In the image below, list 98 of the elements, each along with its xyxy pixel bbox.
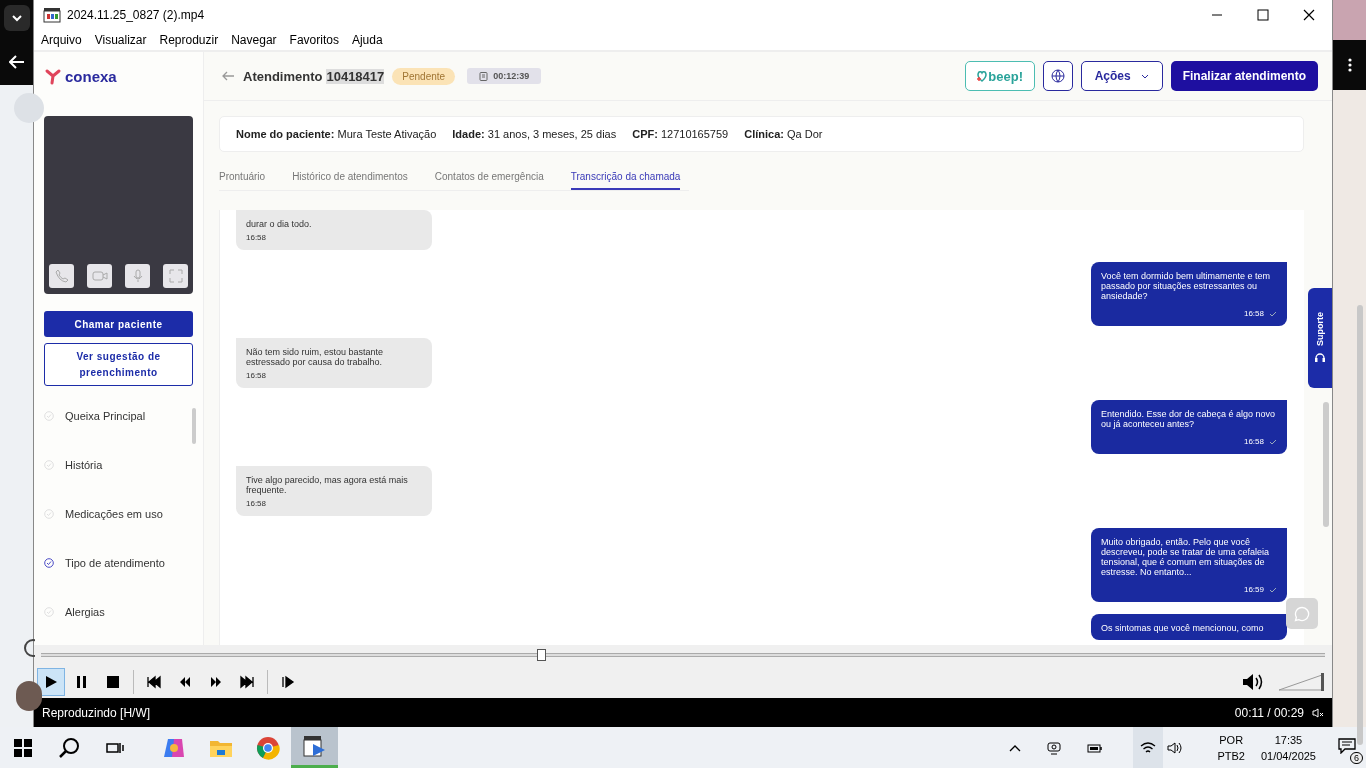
playback-time: 00:11 / 00:29 bbox=[1234, 705, 1304, 720]
check-icon bbox=[1269, 311, 1277, 317]
camera-icon bbox=[91, 270, 108, 282]
windows-icon[interactable] bbox=[14, 738, 32, 757]
chevron-down-icon bbox=[1140, 73, 1149, 79]
heart-icon bbox=[976, 70, 989, 82]
chevron-up-icon[interactable] bbox=[1009, 743, 1022, 752]
volume-thumb[interactable] bbox=[1321, 672, 1324, 691]
search-icon[interactable] bbox=[58, 736, 80, 759]
play-button[interactable] bbox=[37, 667, 65, 696]
dropdown-button[interactable] bbox=[3, 5, 30, 31]
step-icon bbox=[280, 674, 296, 689]
menu-item[interactable]: Favoritos bbox=[289, 33, 339, 47]
message-time: 16:59 bbox=[1243, 585, 1264, 595]
scrollbar[interactable] bbox=[1357, 305, 1363, 745]
film-icon bbox=[43, 7, 61, 23]
avatar[interactable] bbox=[16, 681, 42, 711]
player-taskbar-button[interactable] bbox=[291, 727, 338, 768]
more-icon[interactable] bbox=[1347, 58, 1352, 72]
scrollbar[interactable] bbox=[1323, 402, 1329, 527]
patient-field: Nome do paciente: Mura Teste Ativação bbox=[236, 128, 437, 140]
patient-field: CPF: 12710165759 bbox=[632, 128, 729, 140]
support-tab[interactable]: Suporte bbox=[1308, 288, 1332, 388]
chat-bubble-icon bbox=[1294, 605, 1310, 622]
globe-icon bbox=[1049, 68, 1066, 84]
volume-slider[interactable] bbox=[1278, 672, 1324, 691]
volume-track bbox=[1278, 672, 1324, 691]
wifi-icon[interactable] bbox=[1140, 740, 1157, 755]
call-patient-button[interactable]: Chamar paciente bbox=[44, 311, 193, 337]
timer-badge: 00:12:39 bbox=[467, 68, 542, 84]
globe-button[interactable] bbox=[1042, 61, 1073, 91]
message-text: durar o dia todo. bbox=[246, 219, 313, 229]
message-time: 16:58 bbox=[246, 233, 267, 243]
check-icon bbox=[1269, 587, 1277, 593]
tab[interactable]: Prontuário bbox=[219, 166, 266, 190]
check-icon bbox=[1269, 439, 1277, 445]
chrome-icon bbox=[255, 735, 280, 760]
menu-item[interactable]: Visualizar bbox=[94, 33, 147, 47]
chevron-down-icon bbox=[10, 12, 23, 24]
notification-icon[interactable] bbox=[1338, 737, 1356, 754]
page-title: Atendimento bbox=[243, 68, 323, 84]
keyboard-layout-label[interactable]: PTB2 bbox=[1217, 747, 1245, 764]
message-text: Não tem sido ruim, estou bastante estressado por causa do trabalho. bbox=[246, 347, 385, 367]
message-time: 16:58 bbox=[1243, 437, 1264, 447]
copilot-icon bbox=[161, 736, 186, 759]
message-text: Você tem dormido bem ultimamente e tem passado por situações estressantes ou ansiedade? bbox=[1101, 271, 1272, 301]
forward-icon bbox=[208, 674, 224, 689]
suggestion-button[interactable]: Ver sugestão de preenchimento bbox=[44, 343, 193, 386]
window-title: 2024.11.25_0827 (2).mp4 bbox=[67, 8, 205, 22]
tab[interactable]: Histórico de atendimentos bbox=[292, 166, 408, 190]
section-item[interactable]: Tipo de atendimento bbox=[65, 557, 165, 569]
menu-item[interactable]: Reproduzir bbox=[159, 33, 219, 47]
playback-status: Reproduzindo [H/W] bbox=[42, 705, 151, 720]
mute-icon[interactable] bbox=[1312, 707, 1324, 718]
seek-thumb[interactable] bbox=[536, 649, 546, 661]
fullscreen-icon bbox=[168, 269, 183, 283]
message-time: 16:58 bbox=[246, 499, 267, 509]
message-text: Os sintomas que você mencionou, como bbox=[1101, 623, 1265, 633]
section-item[interactable]: História bbox=[65, 459, 103, 471]
camera-icon[interactable] bbox=[1047, 740, 1062, 755]
speaker-icon[interactable] bbox=[1241, 671, 1265, 692]
section-item[interactable]: Queixa Principal bbox=[65, 410, 146, 422]
clock-date[interactable]: 01/04/2025 bbox=[1260, 747, 1316, 764]
attendance-id: 10418417 bbox=[326, 68, 385, 84]
menu-item[interactable]: Ajuda bbox=[351, 33, 383, 47]
next-icon bbox=[239, 674, 255, 689]
tab[interactable]: Contatos de emergência bbox=[434, 166, 544, 190]
logo-icon bbox=[44, 67, 62, 85]
close-icon[interactable] bbox=[1303, 9, 1315, 21]
speaker-icon[interactable] bbox=[1167, 740, 1184, 755]
message-time: 16:58 bbox=[246, 371, 267, 381]
prev-icon bbox=[146, 674, 162, 689]
status-badge: Pendente bbox=[392, 67, 456, 85]
patient-field: Clínica: Qa Dor bbox=[744, 128, 823, 140]
message-text: Entendido. Esse dor de cabeça é algo novo ou já aconteceu antes? bbox=[1101, 409, 1277, 429]
menu-item[interactable]: Navegar bbox=[231, 33, 277, 47]
headset-icon bbox=[1314, 351, 1326, 364]
media-player-icon bbox=[302, 735, 327, 757]
logo-text: conexa bbox=[65, 67, 117, 85]
message-time: 16:58 bbox=[1243, 309, 1264, 319]
stop-icon bbox=[105, 674, 121, 689]
menu-item[interactable]: Arquivo bbox=[41, 33, 82, 47]
tab[interactable]: Transcrição da chamada bbox=[570, 166, 681, 190]
section-item[interactable]: Alergias bbox=[65, 606, 105, 618]
play-icon bbox=[43, 674, 59, 689]
finish-button[interactable]: Finalizar atendimento bbox=[1170, 61, 1318, 91]
maximize-icon[interactable] bbox=[1257, 9, 1269, 21]
section-item[interactable]: Medicações em uso bbox=[65, 508, 163, 520]
message-text: Muito obrigado, então. Pelo que você descreveu, pode se tratar de uma cefaleia tensional, que é comum em situações de estresse. No entanto... bbox=[1101, 537, 1271, 577]
microphone-icon bbox=[131, 269, 144, 283]
phone-icon bbox=[54, 269, 69, 283]
message-text: Tive algo parecido, mas agora está mais frequente. bbox=[246, 475, 409, 495]
notification-count: 6 bbox=[1350, 751, 1363, 764]
patient-field: Idade: 31 anos, 3 meses, 25 dias bbox=[452, 128, 617, 140]
actions-button[interactable]: Ações bbox=[1080, 61, 1163, 91]
language-label[interactable]: POR bbox=[1219, 731, 1244, 748]
clock-time[interactable]: 17:35 bbox=[1274, 731, 1303, 748]
battery-icon[interactable] bbox=[1087, 741, 1104, 754]
